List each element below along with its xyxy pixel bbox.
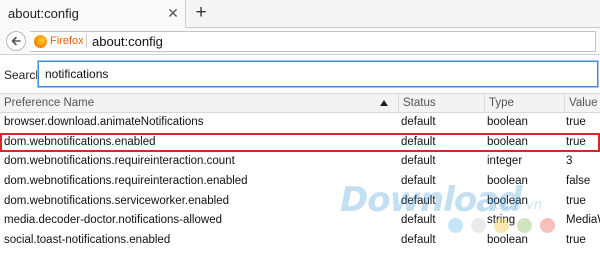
preference-name: browser.download.animateNotifications — [4, 116, 204, 128]
url-bar[interactable]: Firefox about:config — [30, 31, 596, 52]
preference-type: string — [487, 214, 516, 227]
url-text[interactable]: about:config — [92, 34, 163, 49]
preference-status: default — [401, 116, 436, 128]
back-arrow-icon — [11, 36, 21, 46]
tab-about-config[interactable]: about:config ✕ — [0, 0, 186, 28]
preference-name: social.toast-notifications.enabled — [4, 234, 171, 247]
preference-type: integer — [487, 155, 523, 168]
preference-name: dom.webnotifications.enabled — [4, 135, 156, 148]
close-icon[interactable]: ✕ — [166, 5, 180, 21]
preference-status: default — [401, 214, 436, 227]
column-header-label: Preference Name — [4, 97, 95, 109]
preference-type: boolean — [487, 194, 528, 207]
table-row[interactable]: social.toast-notifications.enabled defau… — [0, 231, 600, 251]
preference-value: true — [566, 116, 586, 128]
table-row[interactable]: dom.webnotifications.requireinteraction.… — [0, 172, 600, 192]
preference-type: boolean — [487, 116, 528, 128]
preference-status: default — [401, 175, 436, 188]
column-header-status[interactable]: Status — [399, 94, 485, 113]
column-header-value[interactable]: Value — [565, 94, 600, 113]
search-input[interactable] — [38, 61, 598, 87]
firefox-logo-icon — [34, 35, 47, 48]
table-row-highlighted[interactable]: dom.webnotifications.enabled default boo… — [0, 132, 600, 153]
column-header-type[interactable]: Type — [485, 94, 565, 113]
preference-type: boolean — [487, 234, 528, 247]
preference-value: false — [566, 175, 591, 188]
tab-title: about:config — [8, 6, 79, 21]
tab-strip: about:config ✕ + — [0, 0, 600, 28]
table-body: browser.download.animateNotifications de… — [0, 113, 600, 251]
preference-name: media.decoder-doctor.notifications-allow… — [4, 214, 222, 227]
preference-type: boolean — [487, 135, 528, 148]
preference-status: default — [401, 194, 436, 207]
preference-value: 3 — [566, 155, 573, 168]
preference-value: MediaW — [566, 214, 600, 227]
table-row[interactable]: media.decoder-doctor.notifications-allow… — [0, 211, 600, 231]
table-row[interactable]: dom.webnotifications.requireinteraction.… — [0, 152, 600, 172]
preference-name: dom.webnotifications.requireinteraction.… — [4, 175, 248, 188]
preference-name: dom.webnotifications.requireinteraction.… — [4, 155, 235, 168]
preference-status: default — [401, 155, 436, 168]
new-tab-button[interactable]: + — [191, 2, 211, 24]
column-header-preference-name[interactable]: Preference Name — [0, 94, 399, 113]
url-separator — [86, 34, 87, 48]
table-header: Preference Name Status Type Value — [0, 93, 600, 113]
preference-type: boolean — [487, 175, 528, 188]
preference-name: dom.webnotifications.serviceworker.enabl… — [4, 194, 230, 207]
table-row[interactable]: dom.webnotifications.serviceworker.enabl… — [0, 192, 600, 212]
search-row: Search: — [0, 56, 600, 92]
preferences-table: Preference Name Status Type Value browse… — [0, 93, 600, 256]
table-row[interactable]: browser.download.animateNotifications de… — [0, 113, 600, 133]
sort-ascending-icon — [380, 100, 388, 106]
identity-label: Firefox — [50, 35, 84, 47]
preference-status: default — [401, 135, 436, 148]
back-button[interactable] — [6, 31, 26, 51]
preference-value: true — [566, 135, 586, 148]
preference-status: default — [401, 234, 436, 247]
preference-value: true — [566, 194, 586, 207]
preference-value: true — [566, 234, 586, 247]
navigation-bar: Firefox about:config — [0, 28, 600, 55]
